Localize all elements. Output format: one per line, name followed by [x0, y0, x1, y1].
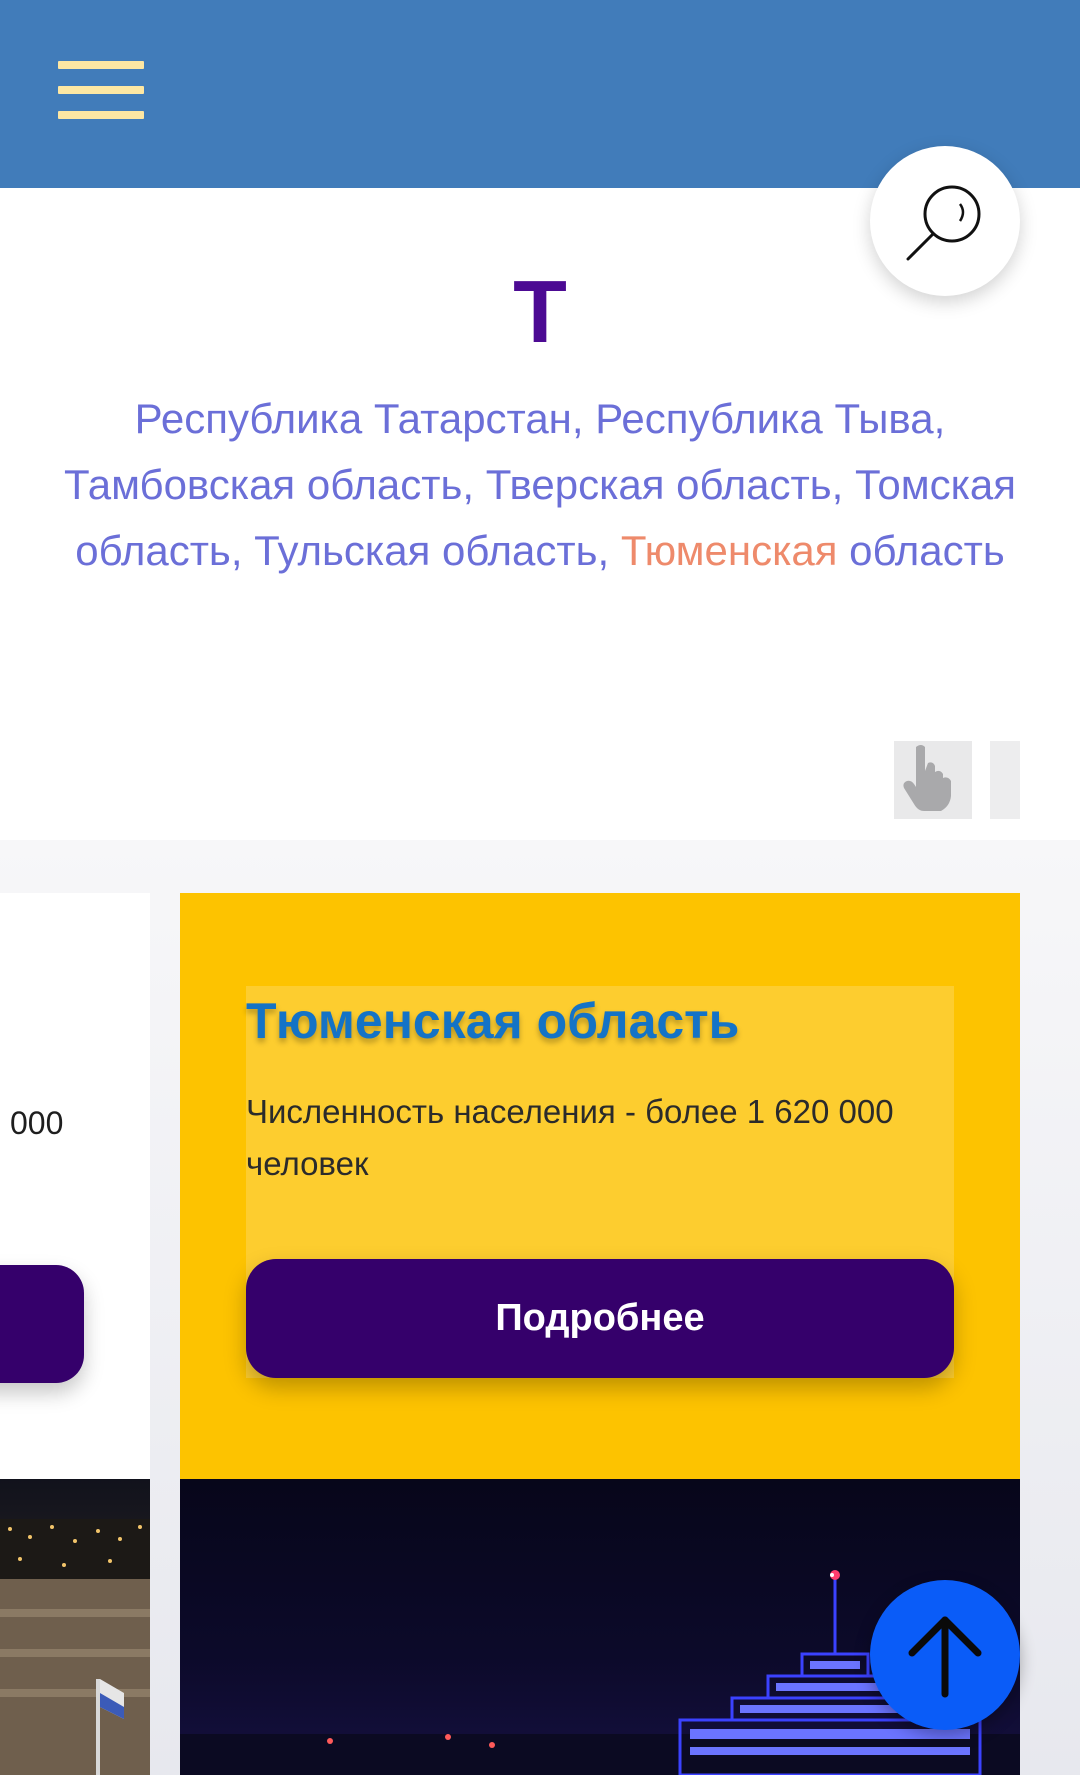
menu-line	[58, 86, 144, 94]
region-link-tambov[interactable]: Тамбовская область	[64, 461, 462, 508]
scroll-to-top-button[interactable]	[870, 1580, 1020, 1730]
prev-photo-art	[0, 1519, 150, 1775]
region-link-highlight: Тюменская	[620, 527, 838, 574]
region-link-tyva[interactable]: Республика Тыва	[595, 395, 933, 442]
hand-pointer-icon	[903, 745, 951, 811]
separator: ,	[571, 395, 596, 442]
separator: ,	[933, 395, 946, 442]
separator: ,	[230, 527, 255, 574]
search-button[interactable]	[870, 146, 1020, 296]
prev-card-city-photo	[0, 1479, 150, 1775]
menu-line	[58, 111, 144, 119]
card-population: Численность населения - более 1 620 000 …	[246, 1093, 894, 1182]
region-link-rest: область	[837, 527, 1005, 574]
magnifier-icon	[906, 185, 981, 261]
menu-line	[58, 61, 144, 69]
region-link-tver[interactable]: Тверская область	[486, 461, 832, 508]
region-list: Республика Татарстан, Республика Тыва, Т…	[60, 386, 1020, 584]
separator: ,	[831, 461, 855, 508]
swipe-indicator-bar	[990, 741, 1020, 819]
separator: ,	[597, 527, 621, 574]
prev-card-population: 000	[10, 1105, 64, 1141]
region-link-tatarstan[interactable]: Республика Татарстан	[135, 395, 572, 442]
prev-card-more-button[interactable]	[0, 1265, 84, 1383]
prev-region-card[interactable]: 000	[0, 893, 150, 1775]
arrow-up-icon	[908, 1616, 982, 1698]
hamburger-menu-icon[interactable]	[58, 58, 144, 122]
card-content: Тюменская область Численность населения …	[246, 986, 954, 1378]
swipe-hint[interactable]	[894, 741, 972, 819]
card-title: Тюменская область	[246, 993, 740, 1049]
separator: ,	[462, 461, 486, 508]
more-button[interactable]: Подробнее	[246, 1259, 954, 1378]
region-link-tula[interactable]: Тульская область	[254, 527, 597, 574]
region-link-tyumen[interactable]: Тюменская область	[621, 527, 1005, 574]
